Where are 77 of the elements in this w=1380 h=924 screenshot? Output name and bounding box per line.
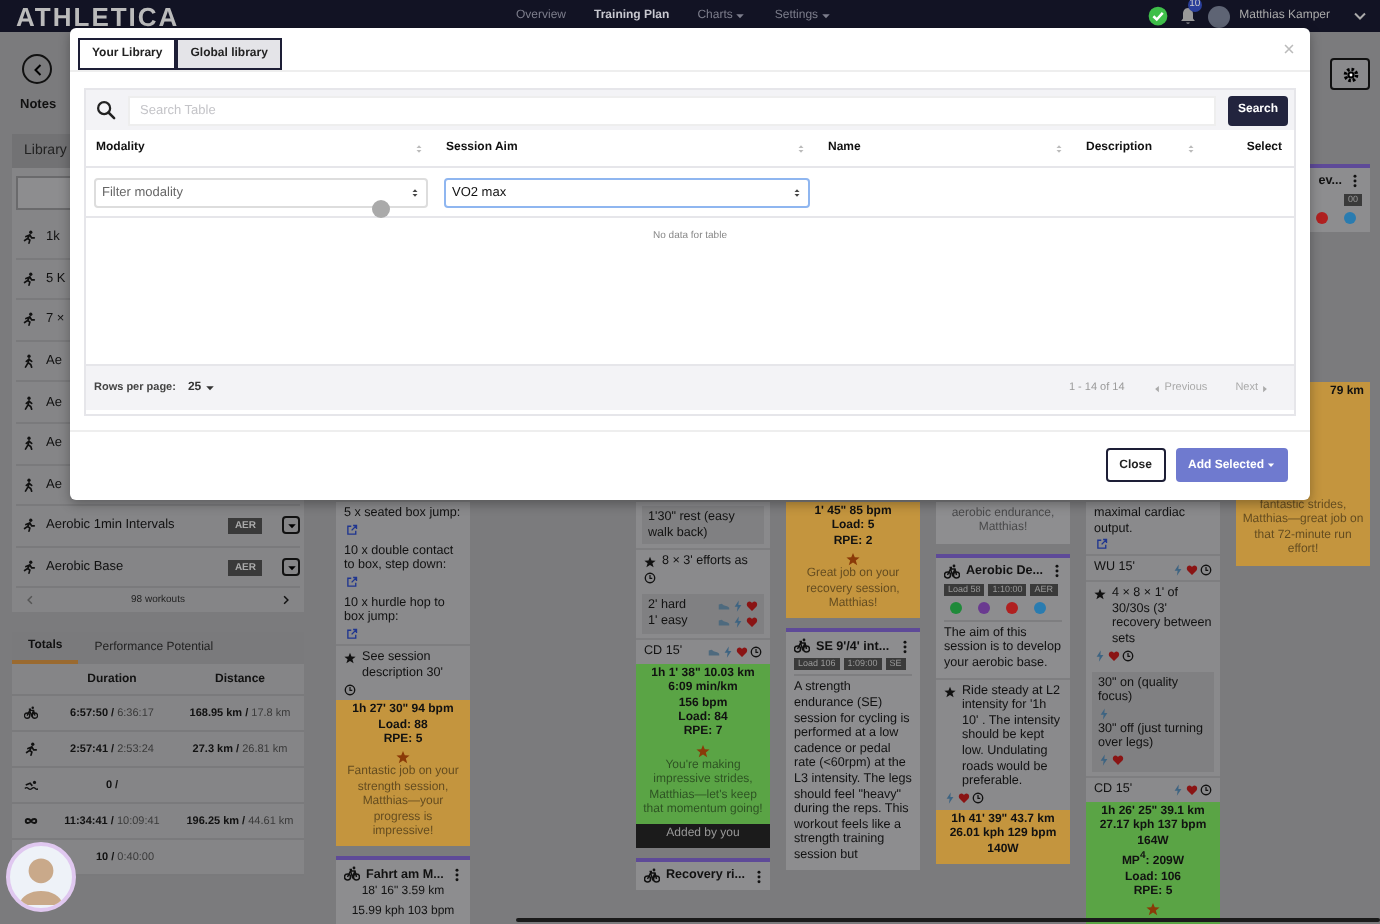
lightning-icon [1098, 754, 1110, 767]
horizontal-scrollbar[interactable] [516, 918, 1380, 922]
clock-icon [344, 683, 356, 696]
lightning-icon [1094, 650, 1106, 663]
app-icon[interactable] [1006, 601, 1018, 614]
heart-icon [1108, 650, 1120, 663]
caret-icon [285, 561, 297, 574]
bicycle-icon [344, 866, 360, 883]
caret-left-icon [1152, 383, 1163, 393]
running-figure-icon [22, 312, 36, 327]
chevron-left-icon [29, 61, 45, 77]
more-options-icon[interactable] [898, 639, 912, 654]
bell-icon[interactable] [1177, 6, 1198, 26]
back-button[interactable] [22, 54, 52, 84]
sort-icon [792, 187, 802, 197]
clock-icon [1200, 784, 1212, 797]
external-link-icon[interactable] [346, 523, 358, 536]
lightning-icon [1172, 563, 1184, 576]
clock-icon [644, 572, 656, 585]
sort-icon[interactable] [796, 143, 806, 153]
chevron-right-icon[interactable] [280, 594, 292, 607]
caret-right-icon [1260, 383, 1270, 393]
sort-icon [410, 187, 420, 197]
heart-icon [736, 646, 748, 659]
caret-icon [203, 382, 216, 394]
running-figure-icon [23, 742, 37, 757]
touch-indicator [372, 200, 390, 218]
check-circle-icon[interactable] [1147, 6, 1168, 26]
lightning-icon [1098, 708, 1110, 721]
bicycle-icon [644, 868, 660, 885]
heart-icon [1186, 784, 1198, 797]
external-link-icon[interactable] [346, 627, 358, 640]
more-options-icon[interactable] [1348, 174, 1362, 189]
close-icon[interactable] [1282, 42, 1296, 56]
running-figure-icon [22, 271, 36, 286]
app-icon[interactable] [978, 601, 990, 614]
chevron-left-icon[interactable] [24, 594, 36, 607]
heart-icon [958, 792, 970, 805]
walking-figure-icon [22, 354, 36, 369]
search-icon [96, 100, 116, 120]
running-figure-icon [22, 560, 36, 575]
bicycle-icon [794, 638, 810, 655]
shoe-icon [708, 646, 720, 659]
lightning-icon [722, 646, 734, 659]
heart-icon [1112, 754, 1124, 767]
chevron-down-icon[interactable] [1352, 8, 1368, 24]
walking-figure-icon [22, 477, 36, 492]
logo[interactable]: ATHLETICA [16, 4, 496, 30]
lightning-icon [944, 792, 956, 805]
clock-icon [750, 646, 762, 659]
settings-icon [1341, 65, 1359, 83]
caret-icon [285, 519, 297, 532]
clock-icon [972, 792, 984, 805]
sort-icon[interactable] [1054, 143, 1064, 153]
infinity-icon [23, 814, 37, 829]
external-link-icon[interactable] [346, 575, 358, 588]
dropdown-button[interactable] [282, 558, 300, 577]
clock-icon [1122, 650, 1134, 663]
swimmer-icon [23, 778, 37, 793]
running-figure-icon [22, 518, 36, 533]
heart-icon [1186, 563, 1198, 576]
walking-figure-icon [22, 395, 36, 410]
bicycle-icon [23, 706, 37, 721]
app-icon[interactable] [1316, 211, 1328, 224]
running-figure-icon [22, 230, 36, 245]
sort-icon[interactable] [1186, 143, 1196, 153]
sort-icon[interactable] [414, 143, 424, 153]
user-avatar[interactable] [6, 842, 76, 912]
settings-button[interactable] [1330, 58, 1370, 90]
external-link-icon[interactable] [1096, 538, 1108, 551]
lightning-icon [1172, 784, 1184, 797]
walking-figure-icon [22, 436, 36, 451]
dropdown-button[interactable] [282, 516, 300, 535]
workout-card[interactable] [786, 628, 920, 870]
user-avatar[interactable] [1207, 5, 1230, 27]
clock-icon [1200, 563, 1212, 576]
bicycle-icon [944, 563, 960, 580]
